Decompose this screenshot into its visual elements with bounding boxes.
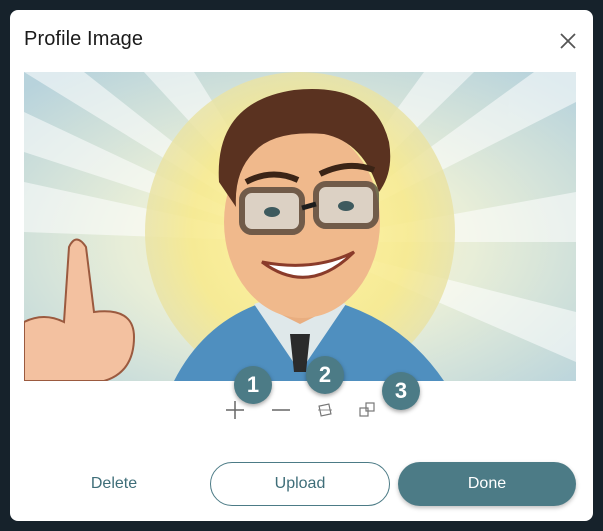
done-button[interactable]: Done [398,462,576,506]
minus-icon [272,409,290,411]
rotate-icon [318,403,332,417]
profile-image-preview[interactable] [24,72,576,381]
flip-icon [359,402,375,417]
cartoon-portrait-image [24,72,576,381]
close-icon[interactable] [557,30,579,52]
rotate-button[interactable] [312,397,338,423]
zoom-out-button[interactable] [268,397,294,423]
upload-button[interactable]: Upload [210,462,390,506]
flip-button[interactable] [354,397,380,423]
dialog-title: Profile Image [24,28,144,50]
delete-button[interactable]: Delete [54,462,174,506]
zoom-in-button[interactable] [222,397,248,423]
plus-icon [226,401,244,419]
profile-image-dialog: Profile Image 1 2 3 Delete Upload Done [10,10,593,521]
